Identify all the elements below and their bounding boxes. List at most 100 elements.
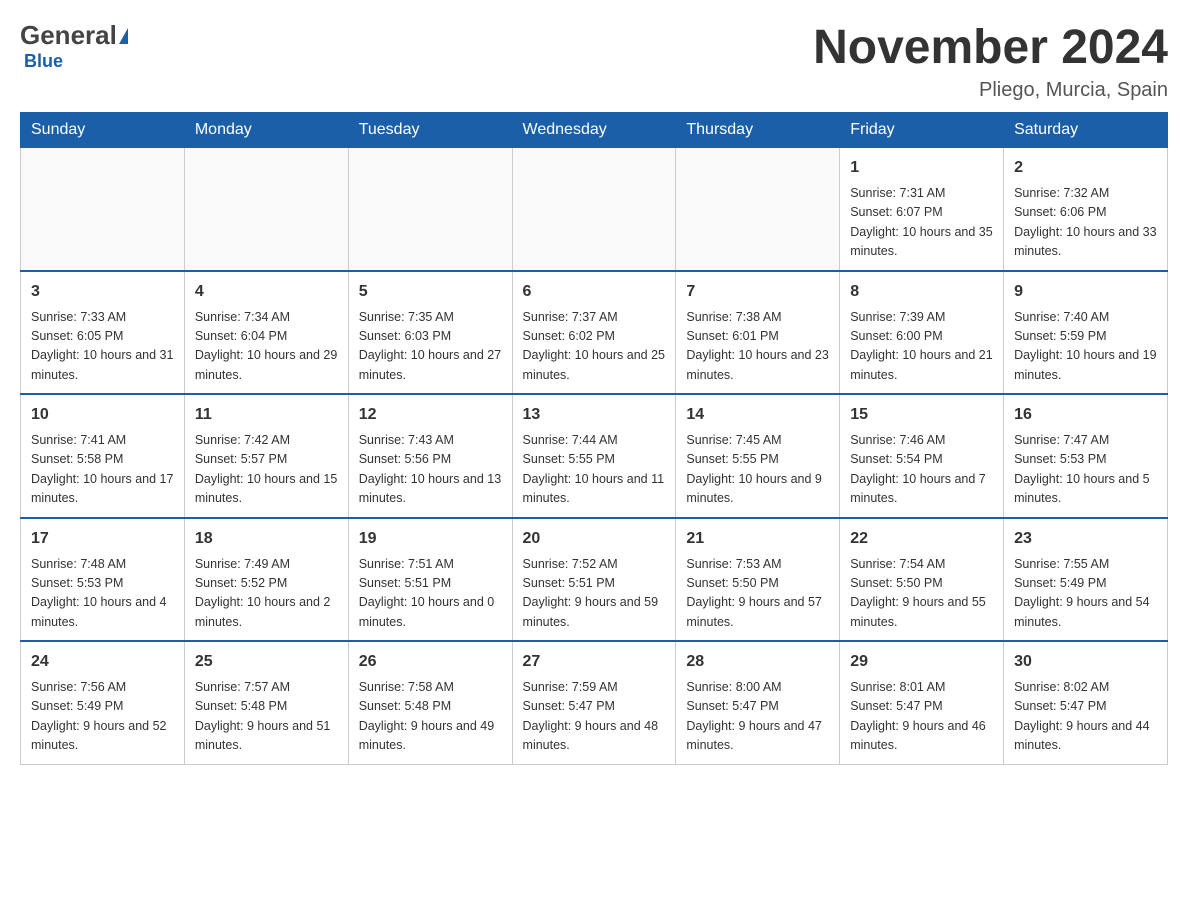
logo-general: General [20, 20, 117, 51]
day-info: Sunrise: 7:38 AMSunset: 6:01 PMDaylight:… [686, 308, 829, 386]
calendar-cell: 21 Sunrise: 7:53 AMSunset: 5:50 PMDayligh… [676, 518, 840, 642]
day-number: 19 [359, 527, 502, 551]
weekday-header-monday: Monday [184, 113, 348, 148]
calendar-cell: 14 Sunrise: 7:45 AMSunset: 5:55 PMDayligh… [676, 394, 840, 518]
weekday-header-saturday: Saturday [1004, 113, 1168, 148]
calendar-cell: 2 Sunrise: 7:32 AMSunset: 6:06 PMDaylight… [1004, 148, 1168, 271]
day-info: Sunrise: 8:01 AMSunset: 5:47 PMDaylight:… [850, 678, 993, 756]
day-number: 10 [31, 403, 174, 427]
month-title: November 2024 [813, 20, 1168, 75]
logo-triangle-icon [119, 28, 128, 44]
logo: General Blue [20, 20, 130, 72]
calendar-cell: 5Sunrise: 7:35 AMSunset: 6:03 PMDaylight… [348, 271, 512, 395]
calendar-cell: 17 Sunrise: 7:48 AMSunset: 5:53 PMDayligh… [21, 518, 185, 642]
day-info: Sunrise: 7:43 AMSunset: 5:56 PMDaylight:… [359, 431, 502, 509]
day-number: 29 [850, 650, 993, 674]
day-info: Sunrise: 7:41 AMSunset: 5:58 PMDaylight:… [31, 431, 174, 509]
day-info: Sunrise: 8:00 AMSunset: 5:47 PMDaylight:… [686, 678, 829, 756]
calendar-cell: 22 Sunrise: 7:54 AMSunset: 5:50 PMDayligh… [840, 518, 1004, 642]
day-number: 22 [850, 527, 993, 551]
weekday-header-tuesday: Tuesday [348, 113, 512, 148]
week-row-3: 10 Sunrise: 7:41 AMSunset: 5:58 PMDayligh… [21, 394, 1168, 518]
day-number: 14 [686, 403, 829, 427]
calendar-cell: 25Sunrise: 7:57 AMSunset: 5:48 PMDayligh… [184, 641, 348, 764]
day-number: 13 [523, 403, 666, 427]
day-number: 11 [195, 403, 338, 427]
day-info: Sunrise: 7:52 AMSunset: 5:51 PMDaylight:… [523, 555, 666, 633]
day-number: 4 [195, 280, 338, 304]
weekday-header-row: SundayMondayTuesdayWednesdayThursdayFrid… [21, 113, 1168, 148]
location: Pliego, Murcia, Spain [813, 79, 1168, 102]
day-info: Sunrise: 7:42 AMSunset: 5:57 PMDaylight:… [195, 431, 338, 509]
day-number: 21 [686, 527, 829, 551]
calendar-cell: 9 Sunrise: 7:40 AMSunset: 5:59 PMDaylight… [1004, 271, 1168, 395]
day-info: Sunrise: 7:59 AMSunset: 5:47 PMDaylight:… [523, 678, 666, 756]
calendar-cell: 30Sunrise: 8:02 AMSunset: 5:47 PMDayligh… [1004, 641, 1168, 764]
calendar-cell: 13 Sunrise: 7:44 AMSunset: 5:55 PMDayligh… [512, 394, 676, 518]
calendar-cell: 11 Sunrise: 7:42 AMSunset: 5:57 PMDayligh… [184, 394, 348, 518]
day-number: 9 [1014, 280, 1157, 304]
day-info: Sunrise: 7:51 AMSunset: 5:51 PMDaylight:… [359, 555, 502, 633]
day-info: Sunrise: 7:49 AMSunset: 5:52 PMDaylight:… [195, 555, 338, 633]
weekday-header-friday: Friday [840, 113, 1004, 148]
week-row-5: 24 Sunrise: 7:56 AMSunset: 5:49 PMDayligh… [21, 641, 1168, 764]
calendar-cell: 23 Sunrise: 7:55 AMSunset: 5:49 PMDayligh… [1004, 518, 1168, 642]
day-info: Sunrise: 7:32 AMSunset: 6:06 PMDaylight:… [1014, 184, 1157, 262]
calendar-cell: 10 Sunrise: 7:41 AMSunset: 5:58 PMDayligh… [21, 394, 185, 518]
day-info: Sunrise: 7:45 AMSunset: 5:55 PMDaylight:… [686, 431, 829, 509]
page-header: General Blue November 2024 Pliego, Murci… [20, 20, 1168, 102]
calendar-cell: 18 Sunrise: 7:49 AMSunset: 5:52 PMDayligh… [184, 518, 348, 642]
calendar-table: SundayMondayTuesdayWednesdayThursdayFrid… [20, 112, 1168, 765]
calendar-cell: 16Sunrise: 7:47 AMSunset: 5:53 PMDayligh… [1004, 394, 1168, 518]
day-number: 7 [686, 280, 829, 304]
day-number: 12 [359, 403, 502, 427]
week-row-1: 1Sunrise: 7:31 AMSunset: 6:07 PMDaylight… [21, 148, 1168, 271]
day-number: 20 [523, 527, 666, 551]
calendar-cell: 29 Sunrise: 8:01 AMSunset: 5:47 PMDayligh… [840, 641, 1004, 764]
calendar-cell [512, 148, 676, 271]
day-info: Sunrise: 7:47 AMSunset: 5:53 PMDaylight:… [1014, 431, 1157, 509]
day-info: Sunrise: 7:31 AMSunset: 6:07 PMDaylight:… [850, 184, 993, 262]
title-area: November 2024 Pliego, Murcia, Spain [813, 20, 1168, 102]
day-number: 2 [1014, 156, 1157, 180]
day-info: Sunrise: 7:53 AMSunset: 5:50 PMDaylight:… [686, 555, 829, 633]
weekday-header-wednesday: Wednesday [512, 113, 676, 148]
day-info: Sunrise: 7:34 AMSunset: 6:04 PMDaylight:… [195, 308, 338, 386]
calendar-cell: 28Sunrise: 8:00 AMSunset: 5:47 PMDayligh… [676, 641, 840, 764]
day-info: Sunrise: 7:54 AMSunset: 5:50 PMDaylight:… [850, 555, 993, 633]
day-info: Sunrise: 7:40 AMSunset: 5:59 PMDaylight:… [1014, 308, 1157, 386]
week-row-2: 3Sunrise: 7:33 AMSunset: 6:05 PMDaylight… [21, 271, 1168, 395]
calendar-cell: 27Sunrise: 7:59 AMSunset: 5:47 PMDayligh… [512, 641, 676, 764]
weekday-header-sunday: Sunday [21, 113, 185, 148]
calendar-cell: 26Sunrise: 7:58 AMSunset: 5:48 PMDayligh… [348, 641, 512, 764]
day-number: 8 [850, 280, 993, 304]
weekday-header-thursday: Thursday [676, 113, 840, 148]
day-number: 5 [359, 280, 502, 304]
calendar-cell: 1Sunrise: 7:31 AMSunset: 6:07 PMDaylight… [840, 148, 1004, 271]
calendar-cell: 19 Sunrise: 7:51 AMSunset: 5:51 PMDayligh… [348, 518, 512, 642]
calendar-cell [676, 148, 840, 271]
day-info: Sunrise: 7:56 AMSunset: 5:49 PMDaylight:… [31, 678, 174, 756]
calendar-cell: 24 Sunrise: 7:56 AMSunset: 5:49 PMDayligh… [21, 641, 185, 764]
calendar-cell: 8 Sunrise: 7:39 AMSunset: 6:00 PMDaylight… [840, 271, 1004, 395]
calendar-cell: 7 Sunrise: 7:38 AMSunset: 6:01 PMDaylight… [676, 271, 840, 395]
calendar-cell [348, 148, 512, 271]
calendar-cell: 12 Sunrise: 7:43 AMSunset: 5:56 PMDayligh… [348, 394, 512, 518]
day-number: 23 [1014, 527, 1157, 551]
day-info: Sunrise: 7:55 AMSunset: 5:49 PMDaylight:… [1014, 555, 1157, 633]
day-number: 26 [359, 650, 502, 674]
day-number: 17 [31, 527, 174, 551]
day-info: Sunrise: 7:37 AMSunset: 6:02 PMDaylight:… [523, 308, 666, 386]
calendar-cell: 4 Sunrise: 7:34 AMSunset: 6:04 PMDaylight… [184, 271, 348, 395]
day-info: Sunrise: 7:46 AMSunset: 5:54 PMDaylight:… [850, 431, 993, 509]
day-number: 18 [195, 527, 338, 551]
day-info: Sunrise: 8:02 AMSunset: 5:47 PMDaylight:… [1014, 678, 1157, 756]
day-number: 25 [195, 650, 338, 674]
calendar-cell: 20 Sunrise: 7:52 AMSunset: 5:51 PMDayligh… [512, 518, 676, 642]
day-info: Sunrise: 7:48 AMSunset: 5:53 PMDaylight:… [31, 555, 174, 633]
day-info: Sunrise: 7:44 AMSunset: 5:55 PMDaylight:… [523, 431, 666, 509]
calendar-cell: 3Sunrise: 7:33 AMSunset: 6:05 PMDaylight… [21, 271, 185, 395]
day-info: Sunrise: 7:39 AMSunset: 6:00 PMDaylight:… [850, 308, 993, 386]
logo-blue: Blue [24, 51, 63, 71]
day-number: 24 [31, 650, 174, 674]
